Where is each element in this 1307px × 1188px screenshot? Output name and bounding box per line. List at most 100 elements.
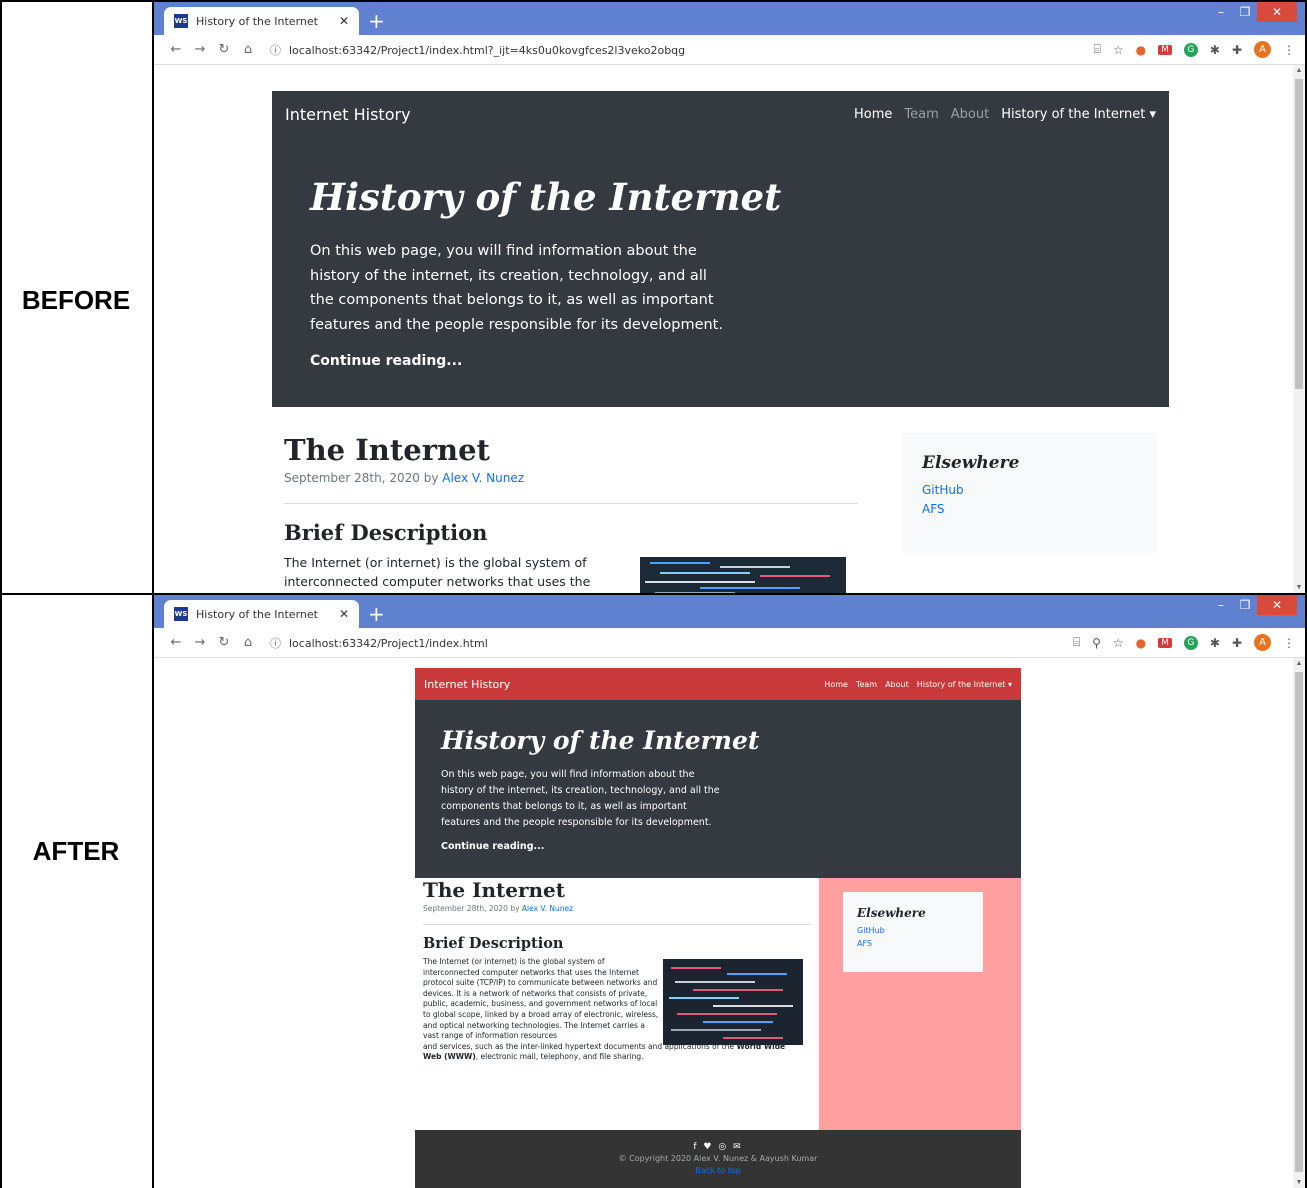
nav-link-home[interactable]: Home	[824, 680, 848, 689]
translate-icon[interactable]: ⌸	[1094, 42, 1101, 57]
nav-links: Home Team About History of the Internet …	[824, 680, 1012, 689]
new-tab-icon[interactable]: +	[368, 602, 385, 626]
profile-avatar[interactable]: A	[1254, 41, 1271, 58]
reload-icon[interactable]: ↻	[212, 42, 236, 57]
sidebar-title: Elsewhere	[857, 906, 926, 920]
grammarly-icon[interactable]: G	[1183, 635, 1198, 650]
nav-dropdown-history[interactable]: History of the Internet ▾	[917, 680, 1012, 689]
home-icon[interactable]: ⌂	[236, 635, 260, 650]
url-field[interactable]: ⓘ localhost:63342/Project1/index.html	[270, 635, 1073, 651]
browser-tab[interactable]: WS History of the Internet ✕	[164, 600, 359, 628]
scroll-up-icon[interactable]: ▲	[1293, 67, 1305, 74]
home-icon[interactable]: ⌂	[236, 42, 260, 57]
author-link[interactable]: Alex V. Nunez	[442, 471, 524, 485]
scroll-up-icon[interactable]: ▲	[1293, 660, 1305, 667]
bookmark-star-icon[interactable]: ☆	[1113, 43, 1124, 57]
fire-extension-icon[interactable]: ●	[1136, 636, 1146, 650]
browser-window-before: WS History of the Internet ✕ + – ❐ ✕ ← →…	[154, 2, 1305, 593]
restore-icon[interactable]: ❐	[1233, 595, 1257, 615]
red-extension-icon[interactable]: M	[1158, 637, 1172, 648]
code-image	[640, 557, 846, 593]
article: The Internet September 28th, 2020 by Ale…	[415, 878, 819, 1130]
bug-extension-icon[interactable]: ✱	[1210, 43, 1220, 57]
menu-kebab-icon[interactable]: ⋮	[1283, 636, 1295, 650]
github-link[interactable]: GitHub	[922, 481, 1137, 500]
code-image	[663, 959, 803, 1045]
social-icons[interactable]: f ♥ ◎ ✉	[415, 1142, 1021, 1152]
nav-link-about[interactable]: About	[951, 107, 989, 122]
tab-close-icon[interactable]: ✕	[339, 607, 349, 621]
comparison-table: BEFORE AFTER WS History of the Internet …	[0, 0, 1307, 1188]
main-content: The Internet September 28th, 2020 by Ale…	[415, 878, 1021, 1130]
minimize-icon[interactable]: –	[1209, 595, 1233, 615]
nav-links: Home Team About History of the Internet …	[854, 107, 1156, 122]
afs-link[interactable]: AFS	[922, 500, 1137, 519]
window-close-icon[interactable]: ✕	[1257, 595, 1297, 615]
nav-link-about[interactable]: About	[885, 680, 909, 689]
menu-kebab-icon[interactable]: ⋮	[1283, 43, 1295, 57]
zoom-icon[interactable]: ⚲	[1092, 636, 1101, 650]
translate-icon[interactable]: ⌸	[1073, 635, 1080, 650]
hero-text: On this web page, you will find informat…	[310, 243, 723, 333]
github-link[interactable]: GitHub	[857, 924, 969, 937]
window-close-icon[interactable]: ✕	[1257, 2, 1297, 22]
address-bar: ← → ↻ ⌂ ⓘ localhost:63342/Project1/index.…	[154, 628, 1305, 658]
url-field[interactable]: ⓘ localhost:63342/Project1/index.html?_ij…	[270, 42, 1094, 58]
scrollbar[interactable]: ▲ ▼	[1293, 65, 1305, 593]
copyright-text: © Copyright 2020 Alex V. Nunez & Aayush …	[618, 1154, 818, 1163]
description-text: The Internet (or internet) is the global…	[284, 555, 591, 589]
nav-dropdown-history[interactable]: History of the Internet ▾	[1001, 107, 1156, 122]
scroll-thumb[interactable]	[1295, 79, 1303, 389]
navbar-brand[interactable]: Internet History	[424, 678, 824, 691]
forward-icon[interactable]: →	[188, 42, 212, 57]
meta-date: September 28th, 2020 by	[423, 904, 522, 913]
navbar-brand[interactable]: Internet History	[285, 105, 854, 124]
restore-icon[interactable]: ❐	[1233, 2, 1257, 22]
back-icon[interactable]: ←	[164, 42, 188, 57]
hero-title: History of the Internet	[310, 175, 782, 219]
info-icon[interactable]: ⓘ	[270, 44, 281, 57]
back-to-top-link[interactable]: Back to top	[415, 1166, 1021, 1175]
nav-link-team[interactable]: Team	[856, 680, 877, 689]
extensions-bar: ⌸ ☆ ● M G ✱ ✚ A ⋮	[1094, 41, 1295, 58]
extensions-bar: ⌸ ⚲ ☆ ● M G ✱ ✚ A ⋮	[1073, 634, 1295, 651]
puzzle-extensions-icon[interactable]: ✚	[1232, 43, 1242, 57]
web-page: Internet History Home Team About History…	[272, 91, 1169, 593]
description-text: The Internet (or internet) is the global…	[423, 957, 659, 1041]
scroll-down-icon[interactable]: ▼	[1293, 1179, 1305, 1186]
webstorm-favicon-icon: WS	[174, 14, 188, 28]
bookmark-star-icon[interactable]: ☆	[1113, 636, 1124, 650]
continue-reading-link[interactable]: Continue reading...	[441, 841, 995, 852]
description: The Internet (or internet) is the global…	[423, 957, 811, 1063]
browser-tab[interactable]: WS History of the Internet ✕	[164, 7, 359, 35]
scroll-down-icon[interactable]: ▼	[1293, 584, 1305, 591]
red-extension-icon[interactable]: M	[1158, 44, 1172, 55]
description-text-end: , electronic mail, telephony, and file s…	[475, 1052, 644, 1062]
tab-close-icon[interactable]: ✕	[339, 14, 349, 28]
grammarly-icon[interactable]: G	[1183, 42, 1198, 57]
title-bar: WS History of the Internet ✕ + – ❐ ✕	[154, 595, 1305, 628]
back-icon[interactable]: ←	[164, 635, 188, 650]
scroll-thumb[interactable]	[1295, 672, 1303, 1172]
nav-link-team[interactable]: Team	[904, 107, 938, 122]
main-content: The Internet September 28th, 2020 by Ale…	[272, 407, 1169, 593]
info-icon[interactable]: ⓘ	[270, 637, 281, 650]
continue-reading-link[interactable]: Continue reading...	[310, 353, 1131, 369]
bug-extension-icon[interactable]: ✱	[1210, 636, 1220, 650]
fire-extension-icon[interactable]: ●	[1136, 43, 1146, 57]
section-title: Brief Description	[423, 935, 564, 952]
new-tab-icon[interactable]: +	[368, 9, 385, 33]
puzzle-extensions-icon[interactable]: ✚	[1232, 636, 1242, 650]
author-link[interactable]: Alex V. Nunez	[522, 904, 573, 913]
webstorm-favicon-icon: WS	[174, 607, 188, 621]
forward-icon[interactable]: →	[188, 635, 212, 650]
afs-link[interactable]: AFS	[857, 937, 969, 950]
article-title: The Internet	[423, 878, 566, 902]
address-bar: ← → ↻ ⌂ ⓘ localhost:63342/Project1/index.…	[154, 35, 1305, 65]
profile-avatar[interactable]: A	[1254, 634, 1271, 651]
scrollbar[interactable]: ▲ ▼	[1293, 658, 1305, 1188]
sidebar-column: Elsewhere GitHub AFS	[819, 878, 1021, 1130]
minimize-icon[interactable]: –	[1209, 2, 1233, 22]
reload-icon[interactable]: ↻	[212, 635, 236, 650]
nav-link-home[interactable]: Home	[854, 107, 892, 122]
